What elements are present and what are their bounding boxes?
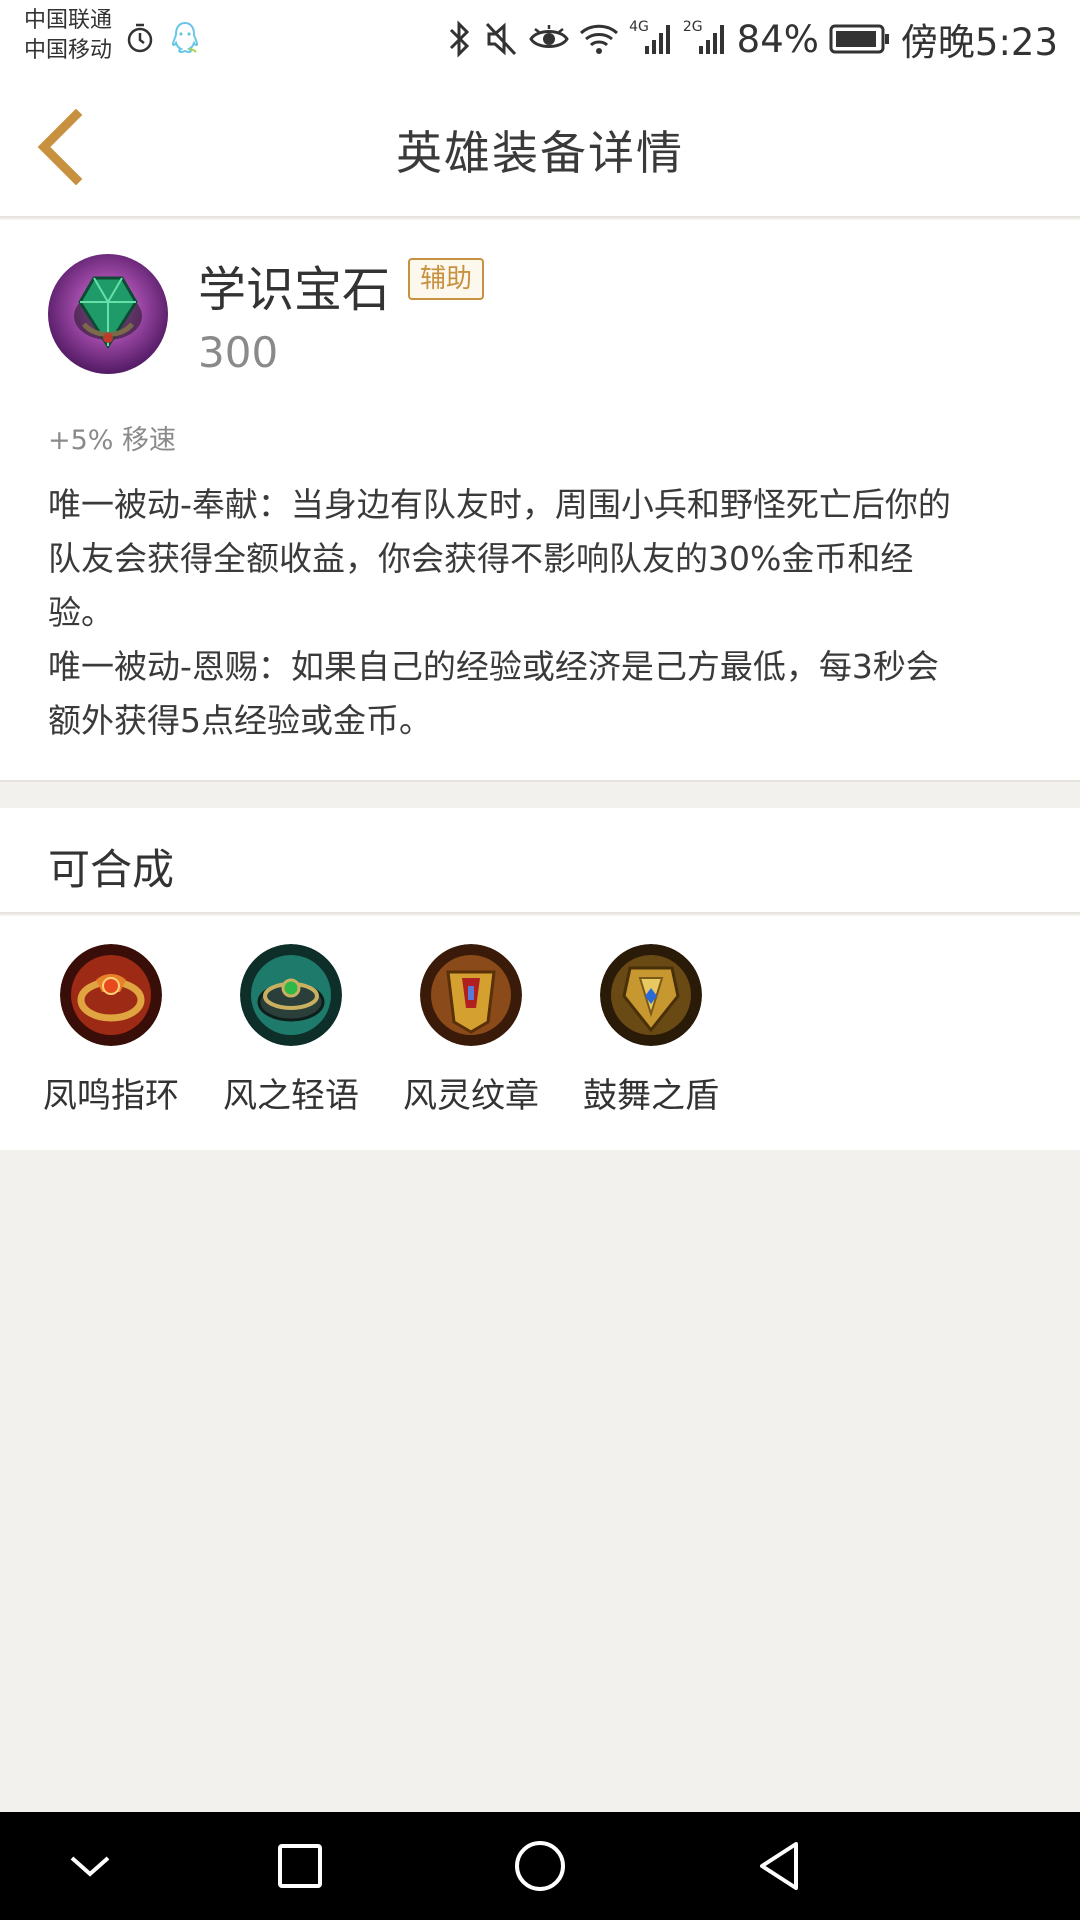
mute-icon [483,20,519,58]
system-nav-bar [0,1812,1080,1920]
description-line: 验。 [48,593,114,632]
recent-apps-button[interactable] [270,1836,330,1896]
item-role-tag: 辅助 [408,258,485,300]
collapse-down-button[interactable] [60,1836,120,1896]
back-nav-button[interactable] [750,1836,810,1896]
combine-item-label: 鼓舞之盾 [583,1076,719,1116]
description-line: 队友会获得全额收益，你会获得不影响队友的30%金币和经 [48,539,914,578]
combine-item-inspiring-shield[interactable]: 鼓舞之盾 [571,944,731,1117]
inspiring-shield-icon [600,944,702,1046]
home-button[interactable] [510,1836,570,1896]
wind-spirit-emblem-icon [420,944,522,1046]
net-4g-label: 4G [629,19,649,35]
section-title: 可合成 [48,845,175,894]
signal-4g-icon: 4G [629,19,673,56]
bluetooth-icon [447,20,473,58]
collapse-down-icon [70,1856,110,1877]
page-title: 英雄装备详情 [396,126,684,180]
combine-item-label: 风之轻语 [223,1076,359,1116]
item-detail-card: 学识宝石 辅助 300 +5% 移速 唯一被动-奉献：当身边有队友时，周围小兵和… [0,220,1080,782]
home-icon [515,1841,565,1891]
item-name: 学识宝石 [198,262,391,318]
carrier-info: 中国联通 中国移动 [24,6,112,66]
signal-2g-icon: 2G [682,19,727,56]
combine-list: 凤鸣指环 风之轻语 风灵纹章 鼓舞之盾 [0,916,1080,1150]
phoenix-ring-icon [60,944,162,1046]
description-line: 唯一被动-恩赐：如果自己的经验或经济是己方最低，每3秒会 [48,647,939,686]
carrier-2: 中国移动 [24,38,113,63]
back-triangle-icon [760,1842,798,1890]
item-description: 唯一被动-奉献：当身边有队友时，周围小兵和野怪死亡后你的 队友会获得全额收益，你… [48,478,1038,748]
net-2g-label: 2G [682,19,703,35]
status-time: 傍晚5:23 [900,21,1058,64]
battery-icon [829,23,891,55]
gem-icon [48,254,168,374]
alarm-icon [124,22,156,54]
combine-section-header: 可合成 [0,808,1080,914]
description-line: 唯一被动-奉献：当身边有队友时，周围小兵和野怪死亡后你的 [48,485,951,524]
combine-item-wind-whisper[interactable]: 风之轻语 [211,944,371,1117]
item-stat: +5% 移速 [48,425,177,456]
recent-apps-icon [278,1844,322,1888]
qq-icon [170,20,200,56]
page-header: 英雄装备详情 [0,75,1080,218]
wifi-icon [579,23,619,55]
combine-item-phoenix-ring[interactable]: 凤鸣指环 [31,944,191,1117]
status-bar: 中国联通 中国移动 4G 2G 84% 傍晚5:23 [0,0,1080,75]
description-line: 额外获得5点经验或金币。 [48,701,432,740]
carrier-1: 中国联通 [24,8,113,33]
eye-icon [529,24,569,54]
combine-item-label: 凤鸣指环 [43,1076,179,1116]
battery-percent: 84% [736,17,819,61]
item-price: 300 [198,328,279,377]
combine-item-label: 风灵纹章 [403,1076,539,1116]
combine-item-wind-spirit-emblem[interactable]: 风灵纹章 [391,944,551,1117]
wind-whisper-icon [240,944,342,1046]
